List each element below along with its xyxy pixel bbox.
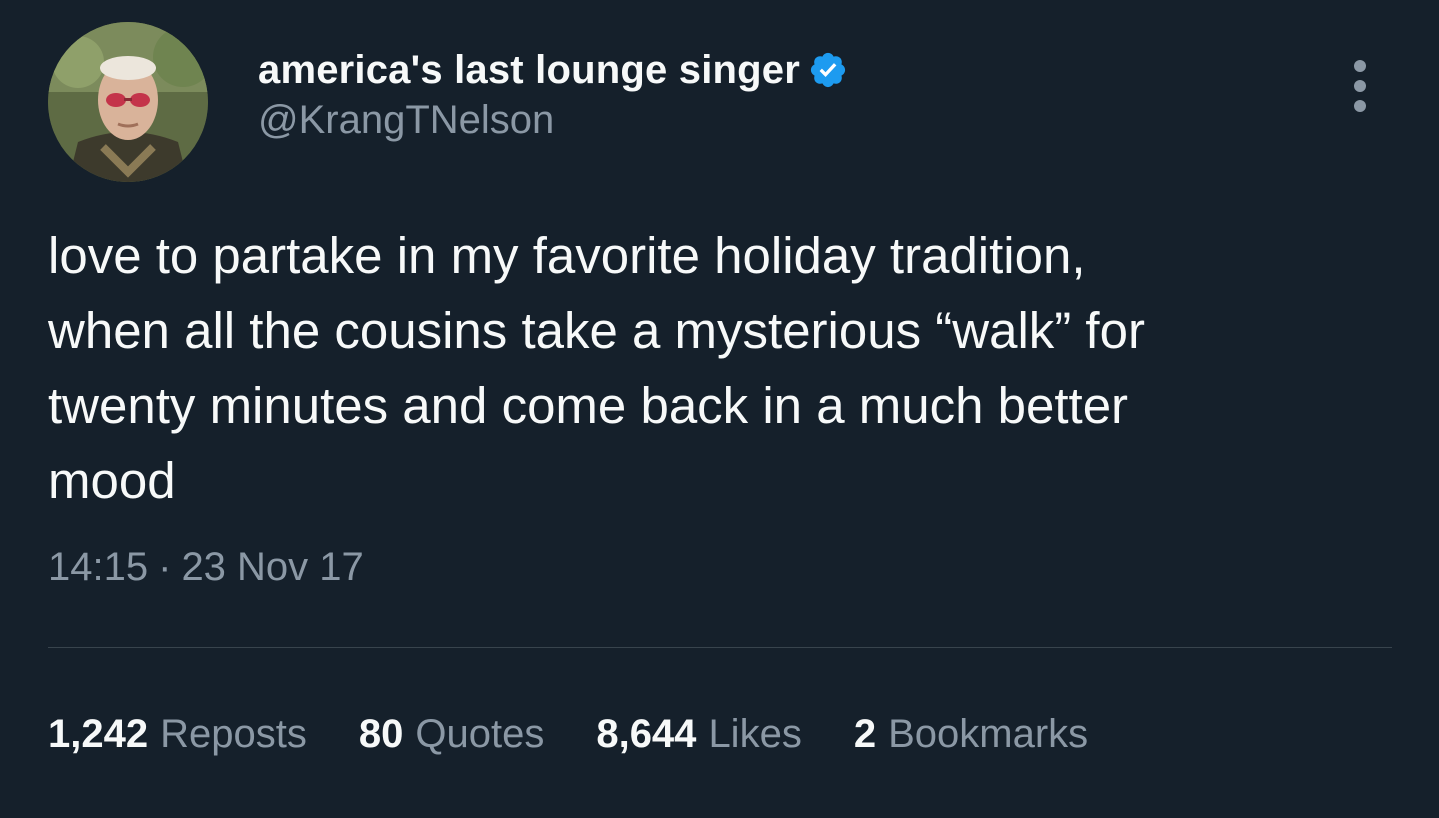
avatar-photo-icon [48, 22, 208, 182]
stat-label: Quotes [415, 712, 545, 756]
verified-badge-icon [808, 50, 848, 90]
stat-reposts[interactable]: 1,242 Reposts [48, 712, 307, 757]
tweet-author: america's last lounge singer @KrangTNels… [258, 42, 848, 143]
avatar[interactable] [48, 22, 208, 182]
engagement-stats: 1,242 Reposts 80 Quotes 8,644 Likes 2 Bookma… [48, 712, 1088, 757]
tweet-time: 14:15 [48, 545, 149, 589]
display-name[interactable]: america's last lounge singer [258, 48, 800, 93]
stat-bookmarks[interactable]: 2 Bookmarks [854, 712, 1088, 757]
tweet-card: america's last lounge singer @KrangTNels… [0, 0, 1439, 818]
stat-label: Bookmarks [888, 712, 1089, 756]
meta-separator: · [158, 545, 172, 589]
stat-count: 1,242 [48, 712, 149, 756]
stat-count: 8,644 [596, 712, 697, 756]
stat-label: Likes [708, 712, 802, 756]
tweet-timestamp[interactable]: 14:15 · 23 Nov 17 [48, 545, 364, 590]
tweet-date: 23 Nov 17 [181, 545, 364, 589]
stat-count: 80 [358, 712, 404, 756]
author-handle[interactable]: @KrangTNelson [258, 98, 848, 143]
stat-label: Reposts [160, 712, 307, 756]
name-row: america's last lounge singer [258, 42, 848, 98]
divider [48, 647, 1392, 648]
stat-count: 2 [853, 712, 877, 756]
stat-likes[interactable]: 8,644 Likes [596, 712, 802, 757]
stat-quotes[interactable]: 80 Quotes [359, 712, 544, 757]
more-options-icon[interactable] [1340, 56, 1380, 116]
tweet-text: love to partake in my favorite holiday t… [48, 227, 1145, 509]
